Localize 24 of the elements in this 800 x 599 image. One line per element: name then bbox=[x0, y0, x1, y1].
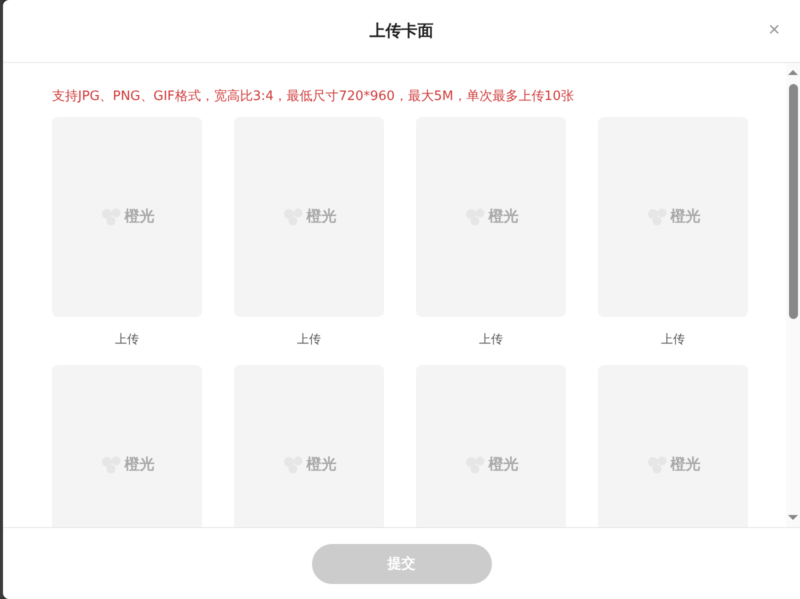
upload-card[interactable]: 橙光 bbox=[416, 365, 566, 527]
logo-text: 橙光 bbox=[488, 207, 518, 226]
close-button[interactable]: × bbox=[764, 20, 784, 40]
scrollbar[interactable] bbox=[786, 63, 800, 527]
logo-text: 橙光 bbox=[306, 207, 336, 226]
upload-label[interactable]: 上传 bbox=[661, 331, 685, 347]
logo-text: 橙光 bbox=[670, 207, 700, 226]
logo-text: 橙光 bbox=[670, 455, 700, 474]
dialog-title: 上传卡面 bbox=[370, 20, 434, 42]
logo-text: 橙光 bbox=[124, 207, 154, 226]
upload-card[interactable]: 橙光 bbox=[52, 117, 202, 317]
logo-text: 橙光 bbox=[124, 455, 154, 474]
logo-text: 橙光 bbox=[306, 455, 336, 474]
upload-card[interactable]: 橙光 bbox=[416, 117, 566, 317]
upload-label[interactable]: 上传 bbox=[479, 331, 503, 347]
upload-card[interactable]: 橙光 bbox=[598, 117, 748, 317]
upload-label[interactable]: 上传 bbox=[297, 331, 321, 347]
logo-text: 橙光 bbox=[488, 455, 518, 474]
upload-card[interactable]: 橙光 bbox=[234, 365, 384, 527]
upload-card[interactable]: 橙光 bbox=[52, 365, 202, 527]
upload-label[interactable]: 上传 bbox=[115, 331, 139, 347]
format-notice: 支持JPG、PNG、GIF格式，宽高比3:4，最低尺寸720*960，最大5M，单次最多上传10张 bbox=[52, 88, 575, 106]
upload-card[interactable]: 橙光 bbox=[598, 365, 748, 527]
upload-card[interactable]: 橙光 bbox=[234, 117, 384, 317]
